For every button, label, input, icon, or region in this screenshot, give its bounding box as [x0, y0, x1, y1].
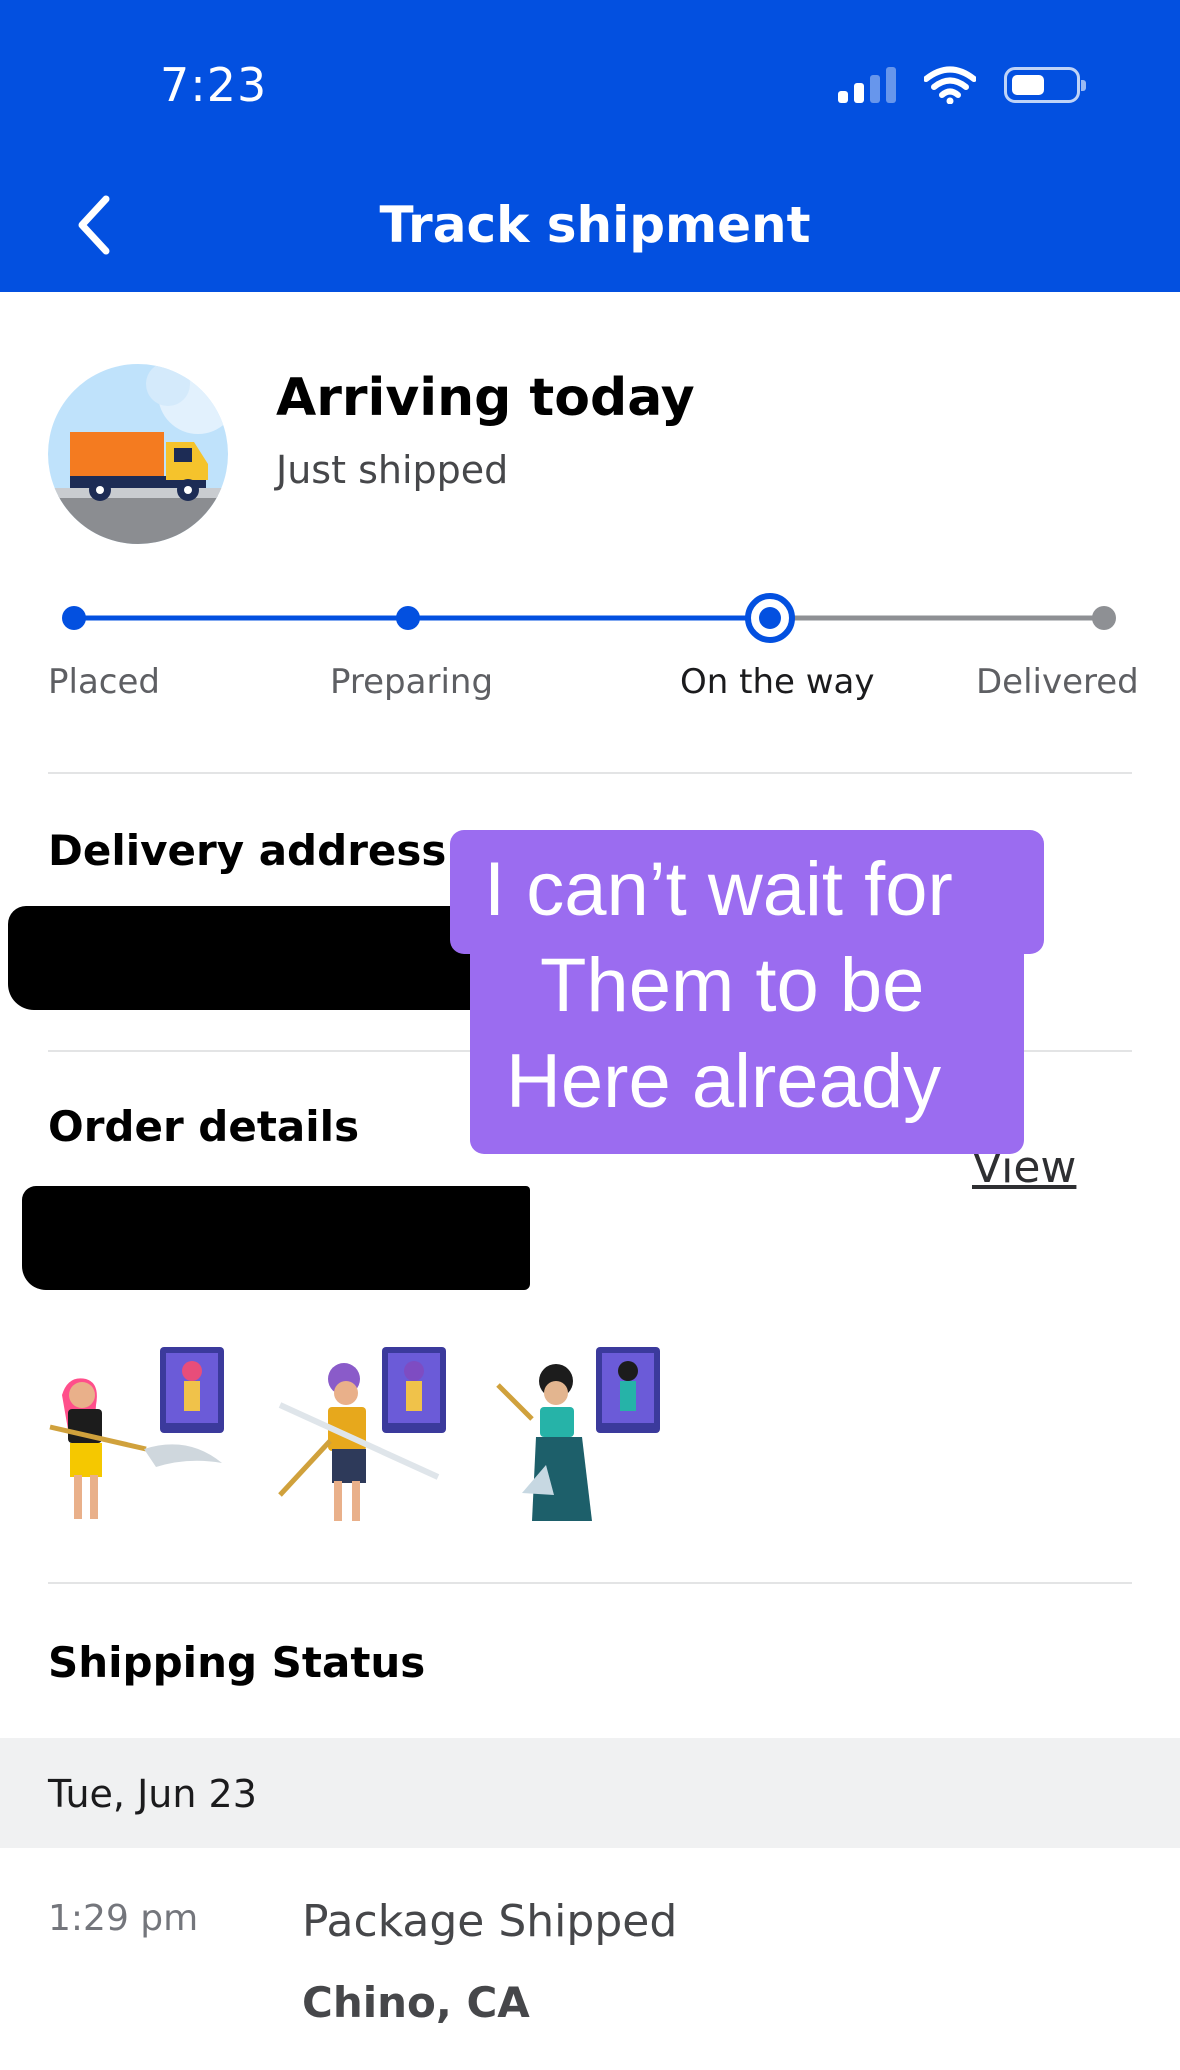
step-label-delivered: Delivered: [976, 662, 1139, 702]
sticker-line-2: Them to be: [540, 943, 925, 1028]
delivery-truck-illustration: [48, 364, 228, 544]
order-progress-tracker: Placed Preparing On the way Delivered: [0, 590, 1180, 710]
event-location: Chino, CA: [302, 1978, 530, 2027]
status-time: 7:23: [160, 58, 268, 112]
step-label-on-the-way: On the way: [680, 662, 875, 702]
progress-track: [62, 593, 1116, 643]
redacted-address: [8, 906, 478, 1010]
sticker-line-1: I can’t wait for: [484, 847, 953, 932]
wifi-icon: [924, 66, 976, 104]
progress-dot-placed: [62, 606, 86, 630]
divider: [48, 772, 1132, 774]
product-thumbnail[interactable]: [48, 1345, 228, 1525]
battery-icon: [1004, 67, 1086, 103]
arrival-title: Arriving today: [276, 368, 695, 428]
step-label-placed: Placed: [48, 662, 160, 702]
progress-dot-delivered: [1092, 606, 1116, 630]
step-label-preparing: Preparing: [330, 662, 494, 702]
arrival-subtitle: Just shipped: [276, 448, 509, 492]
doll-figure-icon: [49, 1347, 224, 1519]
doll-figure-icon: [496, 1347, 660, 1521]
progress-dot-preparing: [396, 606, 420, 630]
product-thumbnail[interactable]: [492, 1345, 672, 1525]
shipping-date: Tue, Jun 23: [48, 1772, 257, 1816]
app-header: 7:23 Track shipment: [0, 0, 1180, 292]
doll-figure-icon: [278, 1347, 446, 1521]
status-icons: [838, 66, 1086, 104]
event-title: Package Shipped: [302, 1896, 678, 1947]
event-time: 1:29 pm: [48, 1898, 199, 1939]
delivery-address-title: Delivery address: [48, 826, 447, 875]
page-title: Track shipment: [379, 196, 811, 254]
cellular-signal-icon: [838, 67, 896, 103]
shipping-status-title: Shipping Status: [48, 1638, 426, 1687]
order-details-title: Order details: [48, 1102, 360, 1151]
sticker-line-3: Here already: [506, 1039, 942, 1124]
product-thumbnail[interactable]: [270, 1345, 450, 1525]
redacted-order-info: [22, 1186, 530, 1290]
divider: [48, 1582, 1132, 1584]
